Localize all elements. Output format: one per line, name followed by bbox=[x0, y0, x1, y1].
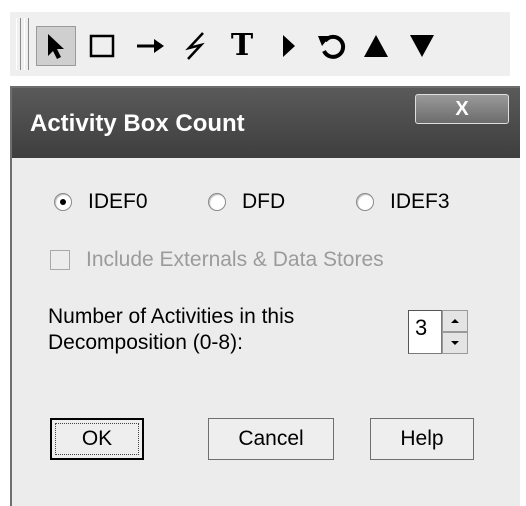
spin-down-icon bbox=[451, 341, 459, 345]
squiggle-tool-button[interactable] bbox=[176, 26, 216, 66]
close-button[interactable]: X bbox=[415, 94, 509, 124]
arrow-icon bbox=[137, 39, 164, 53]
rectangle-icon bbox=[89, 34, 115, 58]
rectangle-tool-button[interactable] bbox=[82, 26, 122, 66]
text-tool-icon: T bbox=[230, 28, 254, 63]
checkbox-box[interactable] bbox=[50, 250, 70, 270]
play-tool-button[interactable] bbox=[268, 26, 308, 66]
close-icon: X bbox=[455, 97, 469, 120]
ok-button[interactable]: OK bbox=[50, 418, 144, 460]
dialog-titlebar[interactable]: Activity Box Count X bbox=[12, 88, 520, 158]
spin-down-button[interactable] bbox=[442, 332, 468, 354]
dialog-title: Activity Box Count bbox=[30, 110, 245, 137]
activity-count-label-line2: Decomposition (0-8): bbox=[48, 331, 243, 354]
radio-button[interactable] bbox=[356, 193, 374, 211]
radio-button[interactable] bbox=[208, 193, 226, 211]
activity-count-label-line1: Number of Activities in this bbox=[48, 305, 295, 328]
rotate-icon bbox=[318, 34, 346, 59]
activity-count-input[interactable]: 3 bbox=[408, 310, 442, 354]
pointer-tool-button[interactable] bbox=[36, 26, 76, 66]
triangle-down-icon bbox=[410, 35, 434, 57]
toolbar-grip[interactable] bbox=[24, 18, 29, 70]
include-externals-checkbox[interactable]: Include Externals & Data Stores bbox=[50, 248, 384, 272]
activity-count-label: Number of Activities in this Decompositi… bbox=[48, 304, 294, 356]
radio-idef0[interactable]: IDEF0 bbox=[54, 190, 148, 214]
triangle-up-icon bbox=[364, 35, 388, 57]
cancel-button[interactable]: Cancel bbox=[208, 418, 334, 460]
radio-label: IDEF3 bbox=[390, 190, 450, 213]
text-tool-button[interactable]: T bbox=[222, 26, 262, 66]
drawing-toolbar: T bbox=[10, 12, 510, 76]
radio-dfd[interactable]: DFD bbox=[208, 190, 285, 214]
radio-label: IDEF0 bbox=[88, 190, 148, 213]
spin-up-button[interactable] bbox=[442, 310, 468, 332]
triangle-right-icon bbox=[283, 35, 295, 57]
help-button[interactable]: Help bbox=[370, 418, 474, 460]
move-down-tool-button[interactable] bbox=[402, 26, 442, 66]
spin-up-icon bbox=[451, 319, 459, 323]
cancel-button-label: Cancel bbox=[238, 427, 304, 450]
rotate-tool-button[interactable] bbox=[312, 26, 352, 66]
lightning-icon bbox=[185, 32, 205, 60]
pointer-icon bbox=[48, 34, 64, 59]
help-button-label: Help bbox=[400, 427, 444, 450]
radio-idef3[interactable]: IDEF3 bbox=[356, 190, 450, 214]
activity-box-count-dialog: Activity Box Count X IDEF0 DFD IDEF3 Inc… bbox=[10, 86, 520, 506]
radio-label: DFD bbox=[242, 190, 286, 213]
move-up-tool-button[interactable] bbox=[356, 26, 396, 66]
toolbar-grip[interactable] bbox=[16, 18, 21, 70]
radio-button-checked[interactable] bbox=[54, 193, 72, 211]
activity-count-spinner: 3 bbox=[408, 310, 468, 354]
arrow-tool-button[interactable] bbox=[130, 26, 170, 66]
checkbox-label: Include Externals & Data Stores bbox=[86, 248, 384, 271]
